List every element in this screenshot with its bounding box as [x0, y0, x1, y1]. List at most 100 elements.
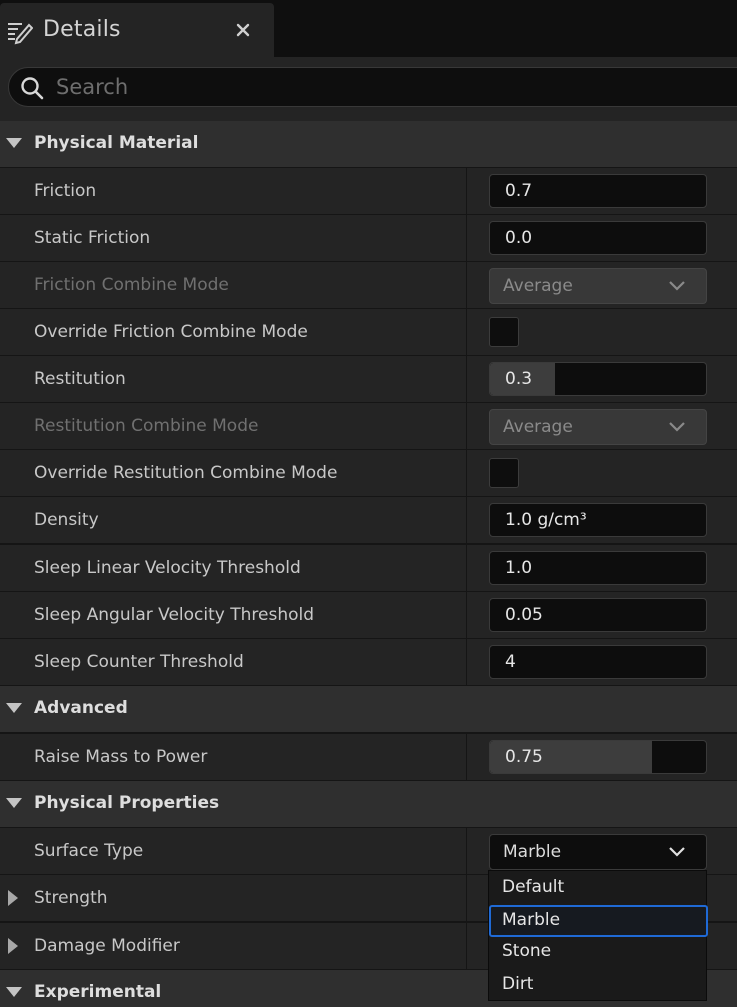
static-friction-field[interactable]: 0.0	[489, 221, 707, 255]
field-value: 4	[505, 652, 516, 672]
dropdown-option[interactable]: Stone	[489, 936, 708, 968]
field-value: 0.3	[505, 369, 533, 389]
category-advanced[interactable]: Advanced	[0, 686, 737, 733]
column-splitter[interactable]	[466, 215, 467, 262]
search-box[interactable]	[8, 67, 737, 107]
category-physical-properties[interactable]: Physical Properties	[0, 781, 737, 828]
category-label: Physical Material	[34, 133, 199, 153]
select-value: Average	[503, 276, 573, 296]
property-label: Override Friction Combine Mode	[34, 322, 308, 342]
tab-title: Details	[43, 17, 121, 42]
column-splitter[interactable]	[466, 356, 467, 403]
collapse-arrow-icon[interactable]	[6, 138, 22, 148]
friction-combine-mode-select[interactable]: Average	[489, 268, 707, 304]
column-splitter[interactable]	[466, 734, 467, 781]
field-value: 0.75	[505, 747, 543, 767]
option-label: Stone	[502, 941, 552, 961]
row-density: Density 1.0 g/cm³	[0, 497, 737, 544]
column-splitter[interactable]	[466, 828, 467, 875]
chevron-down-icon	[669, 281, 685, 291]
chevron-down-icon	[669, 422, 685, 432]
dropdown-option[interactable]: Dirt	[489, 969, 708, 1001]
property-label: Density	[34, 510, 99, 530]
dropdown-option[interactable]: Default	[489, 872, 708, 904]
column-splitter[interactable]	[466, 923, 467, 970]
override-restitution-combine-mode-checkbox[interactable]	[489, 458, 519, 488]
density-field[interactable]: 1.0 g/cm³	[489, 503, 707, 537]
sleep-linear-velocity-field[interactable]: 1.0	[489, 551, 707, 585]
sleep-counter-field[interactable]: 4	[489, 645, 707, 679]
row-friction-combine-mode: Friction Combine Mode Average	[0, 262, 737, 309]
friction-field[interactable]: 0.7	[489, 174, 707, 208]
column-splitter[interactable]	[466, 592, 467, 639]
field-value: 1.0 g/cm³	[505, 510, 587, 530]
surface-type-dropdown: Default Marble Stone Dirt	[488, 870, 708, 1001]
search-bar	[0, 57, 737, 121]
field-value: 1.0	[505, 558, 533, 578]
collapse-arrow-icon[interactable]	[6, 798, 22, 808]
restitution-combine-mode-select[interactable]: Average	[489, 409, 707, 445]
close-icon[interactable]	[233, 20, 253, 40]
column-splitter[interactable]	[466, 545, 467, 592]
row-sleep-angular-velocity-threshold: Sleep Angular Velocity Threshold 0.05	[0, 592, 737, 639]
column-splitter[interactable]	[466, 875, 467, 922]
row-override-friction-combine-mode: Override Friction Combine Mode	[0, 309, 737, 356]
column-splitter[interactable]	[466, 262, 467, 309]
restitution-slider-field[interactable]: 0.3	[489, 362, 707, 396]
raise-mass-slider-field[interactable]: 0.75	[489, 740, 707, 774]
field-value: 0.05	[505, 605, 543, 625]
category-physical-material[interactable]: Physical Material	[0, 121, 737, 168]
override-friction-combine-mode-checkbox[interactable]	[489, 317, 519, 347]
column-splitter[interactable]	[466, 168, 467, 215]
property-label: Raise Mass to Power	[34, 747, 208, 767]
row-override-restitution-combine-mode: Override Restitution Combine Mode	[0, 450, 737, 497]
property-label: Static Friction	[34, 228, 151, 248]
option-label: Default	[502, 877, 565, 897]
property-label: Sleep Counter Threshold	[34, 652, 244, 672]
column-splitter[interactable]	[466, 639, 467, 686]
property-label: Damage Modifier	[34, 936, 180, 956]
dropdown-option-selected[interactable]: Marble	[489, 905, 708, 937]
row-static-friction: Static Friction 0.0	[0, 215, 737, 262]
row-restitution: Restitution 0.3	[0, 356, 737, 403]
tab-bar: Details	[0, 0, 737, 57]
select-value: Average	[503, 417, 573, 437]
column-splitter[interactable]	[466, 497, 467, 544]
row-restitution-combine-mode: Restitution Combine Mode Average	[0, 403, 737, 450]
expand-arrow-icon[interactable]	[8, 890, 18, 906]
pencil-icon	[8, 23, 33, 45]
column-splitter[interactable]	[466, 403, 467, 450]
select-value: Marble	[503, 842, 562, 862]
category-label: Physical Properties	[34, 793, 220, 813]
row-sleep-counter-threshold: Sleep Counter Threshold 4	[0, 639, 737, 686]
field-value: 0.7	[505, 181, 533, 201]
property-label: Sleep Linear Velocity Threshold	[34, 558, 301, 578]
property-label: Strength	[34, 888, 108, 908]
property-label: Surface Type	[34, 841, 144, 861]
sleep-angular-velocity-field[interactable]: 0.05	[489, 598, 707, 632]
collapse-arrow-icon[interactable]	[6, 703, 22, 713]
property-label: Restitution	[34, 369, 126, 389]
column-splitter[interactable]	[466, 309, 467, 356]
row-sleep-linear-velocity-threshold: Sleep Linear Velocity Threshold 1.0	[0, 545, 737, 592]
property-label: Sleep Angular Velocity Threshold	[34, 605, 315, 625]
property-label: Friction	[34, 181, 97, 201]
property-label: Override Restitution Combine Mode	[34, 463, 338, 483]
row-friction: Friction 0.7	[0, 168, 737, 215]
collapse-arrow-icon[interactable]	[6, 987, 22, 997]
chevron-down-icon	[669, 847, 685, 857]
option-label: Dirt	[502, 974, 534, 994]
row-surface-type: Surface Type Marble	[0, 828, 737, 875]
property-label: Restitution Combine Mode	[34, 416, 259, 436]
category-label: Advanced	[34, 698, 128, 718]
row-raise-mass-to-power: Raise Mass to Power 0.75	[0, 734, 737, 781]
expand-arrow-icon[interactable]	[8, 938, 18, 954]
search-icon	[21, 77, 44, 100]
field-value: 0.0	[505, 228, 533, 248]
category-label: Experimental	[34, 982, 162, 1002]
surface-type-select[interactable]: Marble	[489, 834, 707, 870]
search-input[interactable]	[56, 70, 656, 104]
column-splitter[interactable]	[466, 450, 467, 497]
details-tab[interactable]: Details	[0, 3, 274, 57]
option-label: Marble	[502, 910, 561, 930]
